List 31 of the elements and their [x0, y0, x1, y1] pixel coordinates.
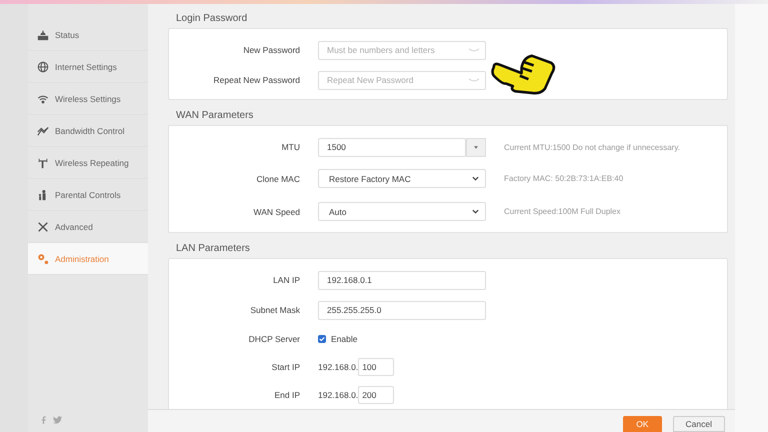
field-label: Repeat New Password: [212, 75, 300, 85]
mtu-field[interactable]: 1500: [318, 138, 466, 156]
ip-suffix-field[interactable]: 100: [358, 358, 394, 376]
field-label: Start IP: [270, 362, 300, 372]
ok-button[interactable]: OK: [623, 416, 662, 432]
hint-text: Current MTU:1500 Do not change if unnecessary.: [504, 142, 680, 152]
cancel-button[interactable]: Cancel: [672, 416, 725, 432]
password-field[interactable]: Repeat New Password: [318, 70, 486, 90]
field-label: MTU: [280, 142, 300, 152]
section-title: Login Password: [176, 13, 248, 24]
field-label: New Password: [242, 45, 300, 55]
hint-text: Factory MAC: 50:2B:73:1A:EB:40: [504, 174, 624, 183]
field-label: WAN Speed: [252, 206, 300, 216]
section-title: WAN Parameters: [176, 110, 254, 121]
ip-prefix: 192.168.0.: [318, 362, 358, 372]
field-label: End IP: [273, 390, 300, 400]
ip-prefix: 192.168.0.: [318, 390, 358, 400]
field-label: Subnet Mask: [249, 305, 300, 315]
text-field[interactable]: 192.168.0.1: [318, 270, 486, 290]
ip-suffix-field[interactable]: 200: [358, 386, 394, 404]
field-label: DHCP Server: [248, 334, 300, 344]
select-field[interactable]: Restore Factory MAC: [318, 169, 486, 188]
text-field[interactable]: 255.255.255.0: [318, 300, 486, 320]
section-title: LAN Parameters: [176, 243, 251, 254]
sidebar-item[interactable]: Administration: [28, 243, 148, 275]
select-field[interactable]: Auto: [318, 202, 486, 221]
field-label: Clone MAC: [256, 174, 300, 184]
field-label: LAN IP: [272, 275, 300, 285]
checkbox-label: Enable: [331, 334, 358, 344]
password-field[interactable]: Must be numbers and letters: [318, 40, 486, 60]
hint-text: Current Speed:100M Full Duplex: [504, 207, 621, 216]
